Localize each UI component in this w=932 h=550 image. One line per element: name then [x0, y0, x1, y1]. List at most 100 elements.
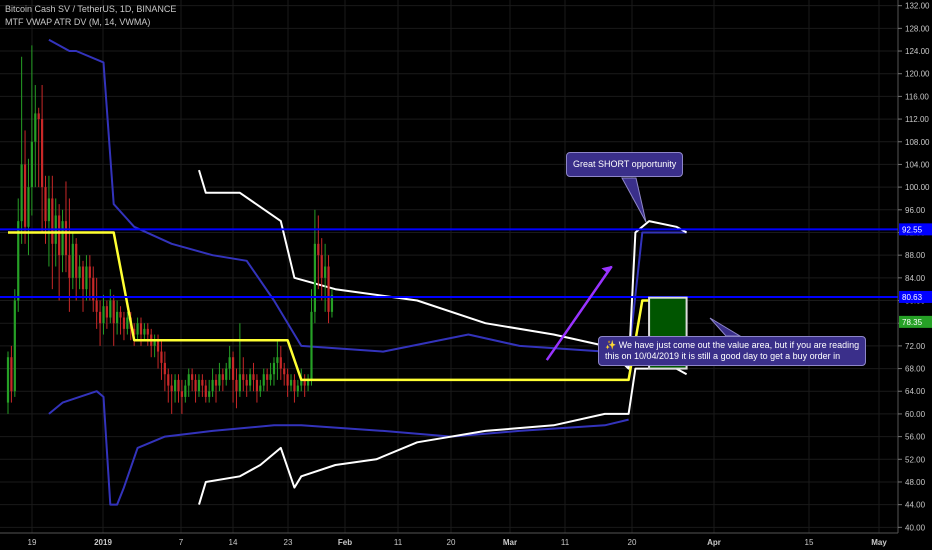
- candle-body: [58, 215, 61, 256]
- candle-body: [47, 198, 51, 222]
- chart-grid: [0, 0, 898, 533]
- candle-body: [327, 266, 330, 312]
- candle-body: [208, 391, 211, 397]
- candle-body: [296, 385, 299, 392]
- candle-body: [119, 311, 122, 318]
- price-tick-label: 116.00: [905, 92, 929, 101]
- candle-body: [102, 306, 105, 324]
- candle-body: [163, 362, 166, 375]
- candle-body: [276, 357, 279, 363]
- buy-order-callout[interactable]: ✨ We have just come out the value area, …: [598, 336, 867, 366]
- candle-body: [218, 374, 221, 386]
- price-tick-label: 104.00: [905, 160, 930, 169]
- time-tick-label: 19: [28, 538, 37, 547]
- candle-body: [317, 243, 320, 256]
- price-tag-label: 78.35: [902, 318, 923, 327]
- inner-lower-band: [48, 390, 629, 506]
- price-tick-label: 124.00: [905, 47, 930, 56]
- candle-body: [81, 266, 85, 290]
- time-tick-label: 20: [447, 538, 456, 547]
- candle-body: [167, 374, 170, 386]
- candle-body: [27, 187, 30, 227]
- price-tick-label: 68.00: [905, 365, 926, 374]
- candle-body: [37, 113, 40, 120]
- candle-body: [143, 328, 146, 335]
- price-tick-label: 44.00: [905, 501, 926, 510]
- candle-body: [61, 221, 64, 256]
- candle-body: [242, 374, 245, 380]
- candle-body: [71, 243, 74, 278]
- candle-body: [98, 311, 102, 324]
- price-chart[interactable]: 40.00 44.00 48.00 52.00 56.00 60.00 64.00 68.00…: [0, 0, 932, 550]
- candle-body: [10, 357, 13, 392]
- candle-body: [88, 266, 91, 278]
- price-tick-label: 52.00: [905, 455, 926, 464]
- short-callout-text: Great SHORT opportunity: [573, 159, 677, 169]
- time-tick-label: Mar: [503, 538, 517, 547]
- candle-body: [204, 385, 207, 397]
- candle-body: [85, 266, 88, 290]
- time-axis: 19 2019 7 14 23 Feb 11 20 Mar 11 20 Apr 15 May: [0, 532, 932, 550]
- candle-body: [126, 317, 129, 329]
- price-tick-label: 112.00: [905, 115, 929, 124]
- candle-body: [156, 340, 160, 352]
- time-tick-label: May: [871, 538, 887, 547]
- candle-body: [255, 379, 259, 392]
- indicator-title: MTF VWAP ATR DV (M, 14, VWMA): [5, 17, 151, 27]
- short-opportunity-callout[interactable]: Great SHORT opportunity: [566, 152, 684, 177]
- price-tick-label: 88.00: [905, 251, 926, 260]
- candle-body: [238, 374, 241, 392]
- candle-body: [64, 221, 68, 256]
- candle-body: [194, 379, 197, 392]
- candle-body: [170, 385, 173, 392]
- candle-body: [289, 379, 293, 386]
- candle-body: [266, 374, 269, 380]
- price-tag-label: 92.55: [902, 225, 923, 234]
- candle-body: [44, 187, 47, 222]
- candle-body: [324, 266, 327, 278]
- candle-body: [112, 300, 115, 324]
- price-tick-label: 128.00: [905, 24, 930, 33]
- candle-body: [6, 357, 10, 403]
- candle-body: [75, 243, 78, 278]
- candle-body: [259, 385, 262, 392]
- price-tick-label: 56.00: [905, 433, 926, 442]
- price-tick-label: 84.00: [905, 274, 926, 283]
- candle-body: [34, 113, 37, 142]
- candle-body: [249, 374, 252, 386]
- candle-body: [146, 328, 149, 335]
- annotation-arrows: [545, 177, 742, 361]
- candle-body: [109, 300, 112, 318]
- time-tick-label: 23: [284, 538, 293, 547]
- symbol-title: Bitcoin Cash SV / TetherUS, 1D, BINANCE: [5, 4, 177, 14]
- price-tick-label: 132.00: [905, 2, 930, 11]
- price-tick-label: 100.00: [905, 183, 930, 192]
- candle-body: [286, 374, 289, 386]
- candle-body: [320, 255, 323, 278]
- candle-body: [20, 164, 23, 222]
- price-tick-label: 60.00: [905, 410, 926, 419]
- candle-body: [116, 311, 119, 324]
- candle-body: [221, 374, 224, 380]
- candle-body: [310, 311, 313, 380]
- candle-body: [30, 141, 33, 188]
- candle-body: [78, 266, 81, 278]
- candle-body: [41, 119, 44, 188]
- candle-body: [177, 379, 180, 392]
- time-tick-label: 15: [805, 538, 814, 547]
- candle-body: [187, 374, 190, 386]
- price-tick-label: 72.00: [905, 342, 926, 351]
- candle-body: [197, 379, 201, 392]
- time-tick-label: 20: [628, 538, 637, 547]
- inner-upper-band: [48, 38, 687, 359]
- price-tick-label: 48.00: [905, 478, 926, 487]
- candle-body: [23, 164, 27, 227]
- time-tick-label: 7: [179, 538, 184, 547]
- buy-callout-line1: ✨ We have just come out the value area, …: [605, 340, 860, 350]
- time-tick-label: 2019: [94, 538, 112, 547]
- candle-body: [272, 362, 276, 375]
- candle-body: [13, 300, 16, 392]
- price-tick-label: 120.00: [905, 70, 930, 79]
- candle-body: [180, 391, 184, 397]
- candle-body: [279, 357, 282, 369]
